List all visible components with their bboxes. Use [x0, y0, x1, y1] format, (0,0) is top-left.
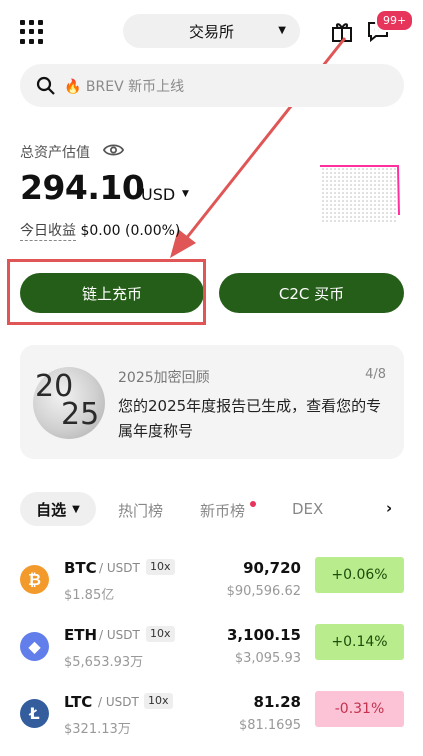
- change-badge[interactable]: +0.06%: [315, 557, 404, 593]
- market-row[interactable]: ◆ ETH / USDT 10x $5,653.93万 3,100.15 $3,095.93…: [0, 617, 423, 684]
- coin-price-usd: $3,095.93: [234, 651, 301, 666]
- coin-price: 3,100.15: [226, 626, 301, 644]
- total-assets-amount: 294.10: [20, 168, 145, 207]
- today-earnings-label[interactable]: 今日收益: [20, 223, 76, 241]
- ethereum-icon: ◆: [20, 632, 49, 661]
- chevron-right-icon[interactable]: ›: [386, 499, 392, 517]
- search-bar[interactable]: 🔥 BREV 新币上线: [20, 64, 404, 107]
- tab-favorites-label: 自选: [36, 500, 67, 519]
- c2c-buy-button[interactable]: C2C 买币: [219, 273, 404, 313]
- tab-favorites[interactable]: 自选 ▼: [20, 492, 96, 526]
- onchain-deposit-button[interactable]: 链上充币: [20, 273, 204, 313]
- year-review-card[interactable]: 20 25 2025加密回顾 4/8 您的2025年度报告已生成，查看您的专属年…: [20, 345, 404, 459]
- coin-price-usd: $90,596.62: [226, 584, 301, 599]
- coin-symbol: LTC: [64, 693, 93, 711]
- bitcoin-icon: ₿: [20, 565, 49, 594]
- fire-icon: 🔥: [64, 79, 82, 95]
- coin-symbol: ETH: [64, 626, 98, 644]
- leverage-badge: 10x: [146, 626, 175, 642]
- year-bottom: 25: [61, 397, 100, 432]
- eye-icon[interactable]: [103, 141, 124, 159]
- search-placeholder-text: BREV 新币上线: [85, 79, 185, 95]
- new-indicator-dot: [250, 501, 256, 507]
- search-placeholder: 🔥 BREV 新币上线: [64, 76, 184, 96]
- leverage-badge: 10x: [146, 559, 175, 575]
- total-assets-label: 总资产估值: [20, 145, 90, 161]
- coin-volume: $5,653.93万: [64, 655, 144, 670]
- card-pager: 4/8: [365, 367, 386, 382]
- litecoin-icon: Ł: [20, 699, 49, 728]
- currency-selector[interactable]: USD: [141, 185, 175, 204]
- search-icon: [36, 76, 55, 95]
- change-badge[interactable]: +0.14%: [315, 624, 404, 660]
- coin-quote: / USDT: [98, 695, 139, 709]
- coin-price: 81.28: [253, 693, 301, 711]
- tab-dex[interactable]: DEX: [292, 500, 323, 518]
- coin-price-usd: $81.1695: [238, 718, 301, 733]
- currency-caret-icon[interactable]: ▼: [182, 189, 189, 199]
- coin-volume: $321.13万: [64, 722, 131, 737]
- coin-quote: / USDT: [99, 561, 140, 575]
- leverage-badge: 10x: [144, 693, 173, 709]
- change-badge[interactable]: -0.31%: [315, 691, 404, 727]
- coin-price: 90,720: [243, 559, 301, 577]
- today-earnings: 今日收益 $0.00 (0.00%): [20, 220, 181, 241]
- market-row[interactable]: Ł LTC / USDT 10x $321.13万 81.28 $81.1695 -0.31%: [0, 684, 423, 751]
- coin-symbol: BTC: [64, 559, 97, 577]
- tab-new-coins[interactable]: 新币榜: [200, 500, 245, 521]
- card-text: 您的2025年度报告已生成，查看您的专属年度称号: [118, 397, 382, 440]
- market-row[interactable]: ₿ BTC / USDT 10x $1.85亿 90,720 $90,596.62 +0.06…: [0, 550, 423, 617]
- asset-trend-chart: [320, 165, 400, 222]
- caret-down-icon: ▼: [72, 503, 80, 515]
- coin-quote: / USDT: [99, 628, 140, 642]
- tab-hot[interactable]: 热门榜: [118, 500, 163, 521]
- coin-volume: $1.85亿: [64, 588, 115, 603]
- card-title: 2025加密回顾: [118, 370, 210, 386]
- today-earnings-value: $0.00 (0.00%): [80, 223, 181, 239]
- moon-year-badge: 20 25: [33, 367, 105, 439]
